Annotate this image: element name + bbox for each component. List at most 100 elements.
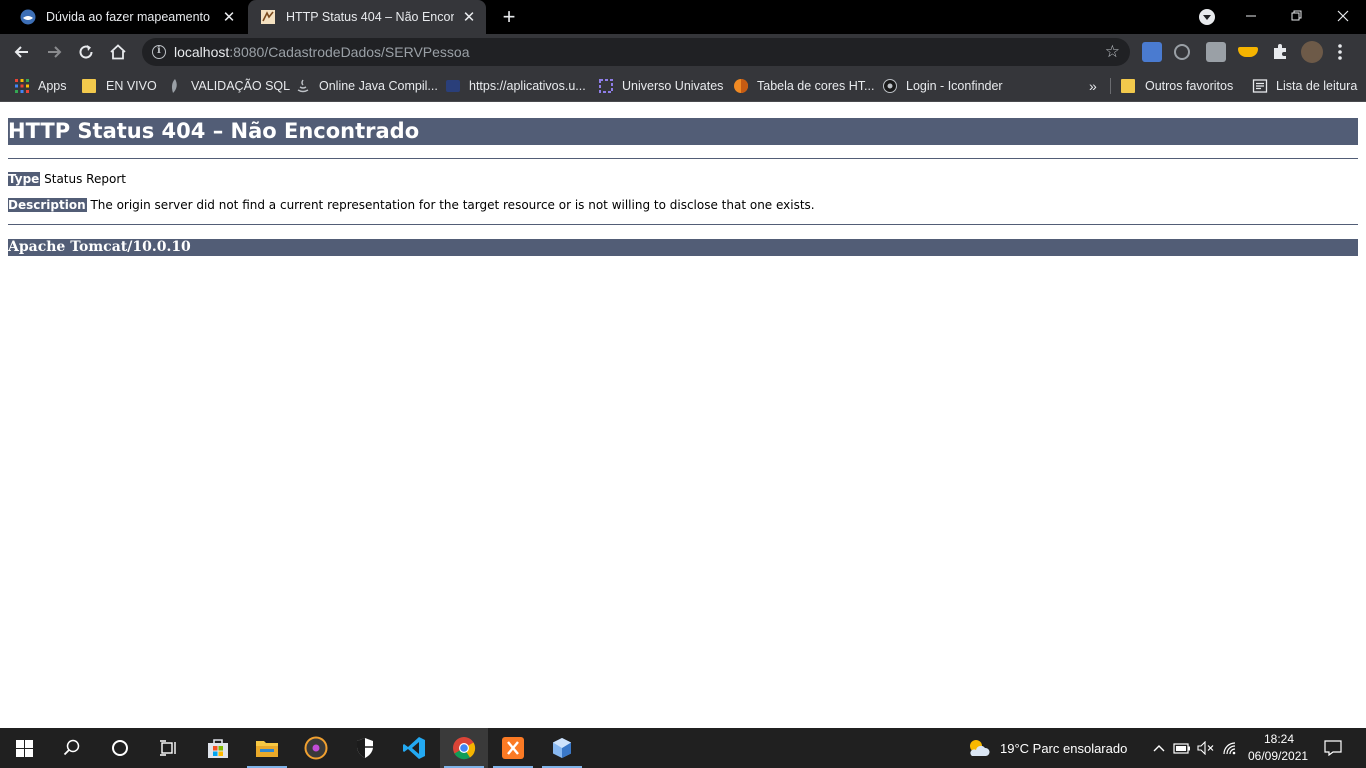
apps-grid-icon — [15, 79, 29, 93]
browser-toolbar: localhost:8080/CadastrodeDados/SERVPesso… — [0, 34, 1366, 70]
reload-button[interactable] — [72, 38, 100, 66]
action-center-button[interactable] — [1312, 728, 1354, 768]
description-label: Description — [8, 198, 87, 212]
shield-icon — [357, 738, 373, 758]
divider — [8, 158, 1358, 159]
taskbar-virtualbox[interactable] — [538, 728, 586, 768]
description-value: The origin server did not find a current… — [86, 198, 815, 212]
bookmark-universo-univates[interactable]: Universo Univates — [598, 76, 723, 96]
chrome-icon — [453, 737, 476, 760]
divider — [8, 224, 1358, 225]
clock-date[interactable]: 06/09/2021 — [1248, 749, 1308, 763]
battery-tray-icon[interactable] — [1172, 728, 1192, 768]
site-info-icon[interactable] — [152, 45, 166, 59]
taskbar-media-app[interactable] — [292, 728, 340, 768]
bookmark-tabela-cores[interactable]: Tabela de cores HT... — [733, 76, 874, 96]
taskbar-vscode[interactable] — [390, 728, 438, 768]
type-value: Status Report — [40, 172, 126, 186]
tab-search-dropdown-icon[interactable] — [1199, 9, 1215, 25]
bookmark-label: Universo Univates — [622, 79, 724, 93]
start-button[interactable] — [0, 728, 48, 768]
bookmark-star-icon[interactable]: ☆ — [1105, 42, 1120, 62]
extension-circle-icon[interactable] — [1174, 44, 1190, 60]
profile-avatar[interactable] — [1301, 41, 1323, 63]
arrow-right-icon — [48, 46, 62, 58]
site-favicon-icon — [20, 9, 36, 25]
type-label: Type — [8, 172, 41, 186]
search-button[interactable] — [48, 728, 96, 768]
weather-text[interactable]: 19°C Parc ensolarado — [1000, 741, 1127, 756]
address-bar[interactable]: localhost:8080/CadastrodeDados/SERVPesso… — [142, 38, 1130, 66]
minimize-icon — [1246, 15, 1256, 17]
notification-icon — [1324, 740, 1342, 756]
reading-list-button[interactable]: Lista de leitura — [1252, 76, 1357, 96]
extension-glasses-icon[interactable] — [1238, 47, 1258, 57]
windows-logo-icon — [15, 739, 33, 757]
new-tab-button[interactable]: + — [498, 4, 520, 29]
partly-sunny-icon — [970, 740, 990, 756]
bookmark-iconfinder[interactable]: Login - Iconfinder — [882, 76, 1003, 96]
home-button[interactable] — [104, 38, 132, 66]
google-translate-extension-icon[interactable] — [1142, 42, 1162, 62]
reload-icon — [79, 45, 93, 59]
bookmark-outros-favoritos[interactable]: Outros favoritos — [1121, 76, 1233, 96]
reading-list-icon — [1252, 79, 1268, 93]
network-tray-icon[interactable] — [1220, 728, 1242, 768]
tab-title: Dúvida ao fazer mapeamento Ser — [46, 10, 214, 24]
close-tab-icon[interactable]: ✕ — [220, 8, 238, 26]
close-tab-icon[interactable]: ✕ — [460, 8, 478, 26]
clock-time[interactable]: 18:24 — [1264, 732, 1294, 746]
bookmark-en-vivo[interactable]: EN VIVO — [82, 76, 157, 96]
tab-http-404[interactable]: HTTP Status 404 – Não Encontrado ✕ — [248, 0, 486, 34]
page-title: HTTP Status 404 – Não Encontrado — [8, 118, 1358, 145]
minimize-button[interactable] — [1228, 0, 1274, 32]
type-row: Type Status Report — [8, 172, 126, 186]
cube-icon — [553, 738, 571, 758]
cortana-button[interactable] — [96, 728, 144, 768]
show-hidden-icons-button[interactable] — [1150, 728, 1168, 768]
bookmarks-divider — [1110, 78, 1111, 94]
back-button[interactable] — [8, 38, 36, 66]
wifi-icon — [1223, 742, 1236, 755]
taskbar-store[interactable] — [194, 728, 242, 768]
forward-button[interactable] — [40, 38, 68, 66]
taskbar-xampp[interactable] — [489, 728, 537, 768]
weather-widget-icon[interactable] — [956, 728, 1000, 768]
disc-icon — [304, 736, 328, 760]
taskbar-chrome[interactable] — [440, 728, 488, 768]
close-window-button[interactable] — [1320, 0, 1366, 32]
description-row: Description The origin server did not fi… — [8, 198, 815, 212]
cortana-circle-icon — [112, 740, 128, 756]
vscode-icon — [403, 737, 425, 759]
extension-gray-icon[interactable] — [1206, 42, 1226, 62]
bookmark-label: Online Java Compil... — [319, 79, 438, 93]
bookmark-aplicativos[interactable]: https://aplicativos.u... — [445, 76, 586, 96]
tab-duvida[interactable]: Dúvida ao fazer mapeamento Ser ✕ — [8, 0, 246, 34]
extensions-puzzle-icon[interactable] — [1270, 42, 1290, 62]
volume-muted-icon — [1197, 741, 1214, 755]
bookmark-label: Login - Iconfinder — [906, 79, 1003, 93]
restore-button[interactable] — [1274, 0, 1320, 32]
bookmark-label: Lista de leitura — [1276, 79, 1358, 93]
bookmark-label: Apps — [38, 79, 67, 93]
bookmark-validacao-sql[interactable]: VALIDAÇÃO SQL — [167, 76, 290, 96]
bookmark-label: https://aplicativos.u... — [469, 79, 586, 93]
folder-icon — [1121, 79, 1135, 93]
chrome-menu-button[interactable] — [1334, 42, 1346, 62]
more-vert-icon — [1338, 44, 1342, 60]
task-view-button[interactable] — [144, 728, 192, 768]
page-content: HTTP Status 404 – Não Encontrado Type St… — [0, 103, 1366, 728]
bookmarks-overflow-button[interactable]: » — [1089, 76, 1097, 96]
bookmark-label: Tabela de cores HT... — [757, 79, 875, 93]
volume-tray-icon[interactable] — [1196, 728, 1216, 768]
taskbar-security[interactable] — [341, 728, 389, 768]
bookmark-apps[interactable]: Apps — [14, 76, 67, 96]
taskbar-file-explorer[interactable] — [243, 728, 291, 768]
chevron-up-icon — [1153, 745, 1165, 752]
colors-icon — [734, 79, 748, 93]
task-view-icon — [160, 740, 176, 756]
bookmark-label: EN VIVO — [106, 79, 157, 93]
bookmark-online-java[interactable]: Online Java Compil... — [295, 76, 438, 96]
store-bag-icon — [208, 739, 228, 758]
tab-title: HTTP Status 404 – Não Encontrado — [286, 10, 454, 24]
